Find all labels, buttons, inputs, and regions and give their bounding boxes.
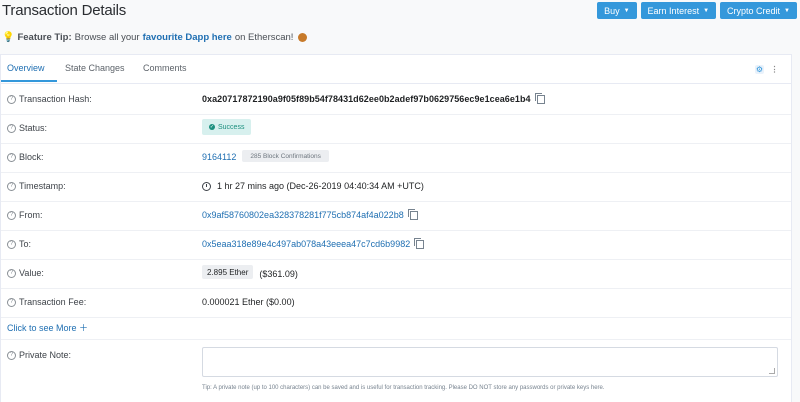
metamask-icon: [298, 33, 308, 42]
timestamp-label-text: Timestamp:: [19, 181, 66, 191]
ether-amount-badge: 2.895 Ether: [202, 265, 254, 279]
from-value: 0x9af58760802ea328378281f775cb874af4a022…: [202, 208, 418, 220]
row-transaction-fee: ? Transaction Fee: 0.000021 Ether ($0.00…: [1, 288, 791, 318]
usd-amount: ($361.09): [259, 268, 298, 279]
timestamp-value: 1 hr 27 mins ago (Dec-26-2019 04:40:34 A…: [202, 181, 424, 191]
copy-icon[interactable]: [534, 92, 545, 104]
buy-button-label: Buy: [604, 5, 620, 16]
tab-bar: Overview State Changes Comments ⚙ ⋮: [1, 55, 791, 84]
block-number-link[interactable]: 9164112: [202, 152, 236, 162]
help-icon[interactable]: ?: [7, 152, 16, 162]
resize-handle-icon[interactable]: [769, 368, 775, 374]
help-icon[interactable]: ?: [7, 239, 16, 249]
row-timestamp: ? Timestamp: 1 hr 27 mins ago (Dec-26-20…: [1, 172, 791, 202]
block-label-text: Block:: [19, 152, 44, 162]
private-note-label: ? Private Note:: [7, 350, 71, 360]
feature-tip: 💡 Feature Tip: Browse all your favourite…: [2, 32, 308, 43]
fee-label-text: Transaction Fee:: [19, 297, 87, 307]
check-circle-icon: ✓: [209, 124, 215, 130]
page-header: Transaction Details Buy ▼ Earn Interest …: [0, 0, 800, 26]
chevron-down-icon: ▼: [703, 7, 710, 14]
row-from: ? From: 0x9af58760802ea328378281f775cb87…: [1, 201, 791, 231]
clock-icon: [202, 181, 211, 191]
tab-comments[interactable]: Comments: [143, 63, 187, 73]
feature-tip-link[interactable]: favourite Dapp here: [143, 32, 232, 43]
plus-icon: ＋: [79, 323, 89, 333]
private-note-textarea[interactable]: [202, 347, 778, 377]
status-badge: ✓ Success: [202, 119, 252, 135]
crypto-credit-button[interactable]: Crypto Credit ▼: [720, 2, 797, 19]
hash-value: 0xa20717872190a9f05f89b54f78431d62ee0b2a…: [202, 92, 545, 104]
private-note-label-text: Private Note:: [19, 350, 72, 360]
timestamp-text: 1 hr 27 mins ago (Dec-26-2019 04:40:34 A…: [217, 181, 424, 191]
block-label: ? Block:: [7, 152, 44, 162]
value-label-text: Value:: [19, 268, 44, 278]
row-transaction-hash: ? Transaction Hash: 0xa20717872190a9f05f…: [1, 85, 791, 115]
status-value: ✓ Success: [202, 119, 252, 135]
crypto-credit-button-label: Crypto Credit: [727, 5, 781, 16]
page-title: Transaction Details: [2, 2, 127, 19]
earn-interest-button[interactable]: Earn Interest ▼: [640, 2, 717, 19]
block-value: 9164112 285 Block Confirmations: [202, 150, 329, 162]
transaction-card: Overview State Changes Comments ⚙ ⋮ ? Tr…: [0, 54, 792, 402]
feature-tip-text-after: on Etherscan!: [234, 32, 294, 43]
help-icon[interactable]: ?: [7, 210, 16, 220]
transaction-hash: 0xa20717872190a9f05f89b54f78431d62ee0b2a…: [202, 94, 531, 104]
feature-tip-text: Browse all your: [74, 32, 140, 43]
copy-icon[interactable]: [414, 237, 425, 249]
fee-text: 0.000021 Ether ($0.00): [202, 297, 295, 307]
block-confirmations-badge: 285 Block Confirmations: [242, 150, 329, 162]
hash-label-text: Transaction Hash:: [19, 94, 92, 104]
more-options-icon[interactable]: ⋮: [770, 65, 779, 74]
copy-icon[interactable]: [407, 208, 418, 220]
lightbulb-icon: 💡: [2, 32, 15, 43]
from-label: ? From:: [7, 210, 43, 220]
status-label: ? Status:: [7, 123, 47, 133]
tab-overview[interactable]: Overview: [7, 63, 45, 73]
value-label: ? Value:: [7, 268, 44, 278]
hash-label: ? Transaction Hash:: [7, 94, 92, 104]
row-see-more: Click to see More ＋: [1, 317, 791, 340]
row-value: ? Value: 2.895 Ether ($361.09): [1, 259, 791, 289]
to-value: 0x5eaa318e89e4c497ab078a43eeea47c7cd6b99…: [202, 237, 425, 249]
active-tab-indicator: [1, 80, 57, 82]
fee-label: ? Transaction Fee:: [7, 297, 86, 307]
timestamp-label: ? Timestamp:: [7, 181, 66, 191]
buy-button[interactable]: Buy ▼: [597, 2, 637, 19]
status-text: Success: [218, 123, 245, 131]
tab-tools: ⚙ ⋮: [755, 65, 779, 74]
help-icon[interactable]: ?: [7, 181, 16, 191]
tab-state-changes[interactable]: State Changes: [65, 63, 125, 73]
help-icon[interactable]: ?: [7, 268, 16, 278]
to-label-text: To:: [19, 239, 32, 249]
feature-tip-label: Feature Tip:: [17, 32, 72, 43]
status-label-text: Status:: [19, 123, 48, 133]
earn-interest-button-label: Earn Interest: [647, 5, 700, 16]
help-icon[interactable]: ?: [7, 94, 16, 104]
gear-icon[interactable]: ⚙: [755, 65, 764, 74]
see-more-link[interactable]: Click to see More ＋: [7, 321, 88, 334]
fee-value: 0.000021 Ether ($0.00): [202, 297, 295, 307]
value-value: 2.895 Ether ($361.09): [202, 265, 298, 279]
see-more-text: Click to see More: [7, 323, 77, 333]
from-label-text: From:: [19, 210, 43, 220]
to-label: ? To:: [7, 239, 31, 249]
row-to: ? To: 0x5eaa318e89e4c497ab078a43eeea47c7…: [1, 230, 791, 260]
chevron-down-icon: ▼: [623, 7, 630, 14]
chevron-down-icon: ▼: [784, 7, 790, 14]
help-icon[interactable]: ?: [7, 350, 16, 360]
from-address-link[interactable]: 0x9af58760802ea328378281f775cb874af4a022…: [202, 210, 404, 220]
help-icon[interactable]: ?: [7, 297, 16, 307]
row-status: ? Status: ✓ Success: [1, 114, 791, 144]
help-icon[interactable]: ?: [7, 123, 16, 133]
private-note-tip: Tip: A private note (up to 100 character…: [202, 385, 605, 391]
to-address-link[interactable]: 0x5eaa318e89e4c497ab078a43eeea47c7cd6b99…: [202, 239, 410, 249]
header-buttons: Buy ▼ Earn Interest ▼ Crypto Credit ▼: [597, 2, 797, 19]
row-block: ? Block: 9164112 285 Block Confirmations: [1, 143, 791, 173]
